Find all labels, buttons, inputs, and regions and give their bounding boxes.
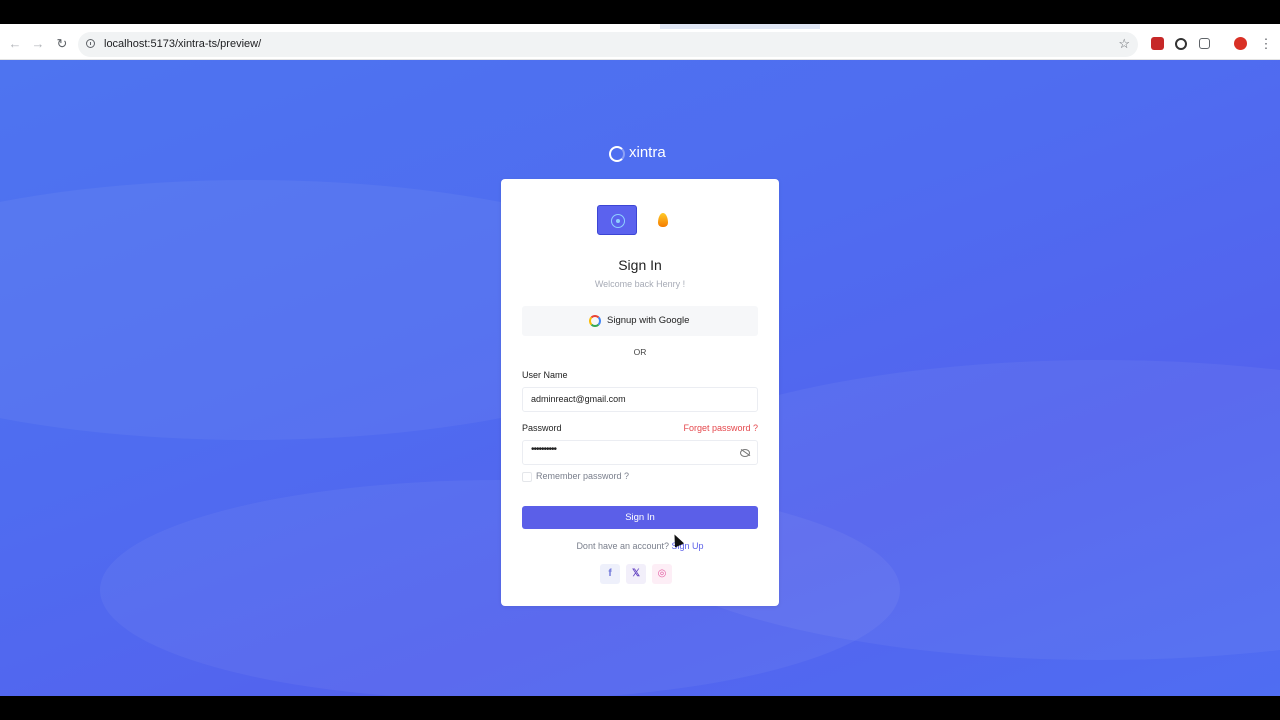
remember-checkbox[interactable] (522, 472, 532, 482)
facebook-icon[interactable]: f (600, 564, 620, 584)
browser-menu-icon[interactable]: ⋮ (1257, 35, 1275, 53)
extension-icon-2[interactable] (1175, 38, 1187, 50)
remember-label: Remember password ? (536, 471, 630, 481)
bookmark-star-icon[interactable]: ☆ (1118, 36, 1130, 52)
instagram-icon[interactable]: ◎ (652, 564, 672, 584)
screen-top-border (0, 0, 1280, 24)
password-label: Password (522, 423, 562, 433)
site-info-icon[interactable] (86, 39, 95, 48)
password-input[interactable]: •••••••••• (522, 440, 758, 465)
firebase-icon (658, 213, 668, 227)
back-icon[interactable]: ← (6, 35, 24, 53)
brand-name: xintra (629, 144, 666, 161)
password-mask: •••••••••• (531, 444, 557, 455)
browser-toolbar: ← → ↻ localhost:5173/xintra-ts/preview/ … (0, 29, 1280, 60)
screen-bottom-border (0, 696, 1280, 720)
welcome-subtitle: Welcome back Henry ! (594, 279, 686, 289)
username-input[interactable]: adminreact@gmail.com (522, 387, 758, 412)
address-bar[interactable]: localhost:5173/xintra-ts/preview/ ☆ (78, 32, 1138, 57)
url-text[interactable]: localhost:5173/xintra-ts/preview/ (104, 38, 261, 50)
page-title: Sign In (618, 257, 662, 273)
eye-off-icon[interactable] (740, 449, 750, 457)
react-tab[interactable] (597, 205, 637, 235)
forward-icon[interactable]: → (29, 35, 47, 53)
google-icon (589, 315, 601, 327)
username-value: adminreact@gmail.com (531, 394, 626, 404)
reload-icon[interactable]: ↻ (53, 35, 71, 53)
google-signup-label: Signup with Google (607, 315, 690, 326)
signin-card: Sign In Welcome back Henry ! Signup with… (501, 179, 779, 606)
extensions-puzzle-icon[interactable] (1199, 38, 1210, 49)
x-twitter-icon[interactable]: 𝕏 (626, 564, 646, 584)
username-label: User Name (522, 370, 568, 380)
profile-avatar[interactable] (1234, 37, 1247, 50)
forgot-password-link[interactable]: Forget password ? (683, 423, 758, 433)
page-viewport: xintra Sign In Welcome back Henry ! Sign… (0, 60, 1280, 696)
signup-prompt: Dont have an account? Sign Up (501, 541, 779, 551)
react-icon (611, 214, 625, 228)
background-wave (100, 480, 900, 696)
firebase-tab[interactable] (643, 205, 683, 235)
or-divider: OR (633, 347, 647, 357)
signup-prefix: Dont have an account? (576, 541, 672, 551)
logo-ring-icon (609, 146, 625, 162)
extension-icon-1[interactable] (1151, 37, 1164, 50)
google-signup-button[interactable]: Signup with Google (522, 306, 758, 336)
signin-button[interactable]: Sign In (522, 506, 758, 529)
